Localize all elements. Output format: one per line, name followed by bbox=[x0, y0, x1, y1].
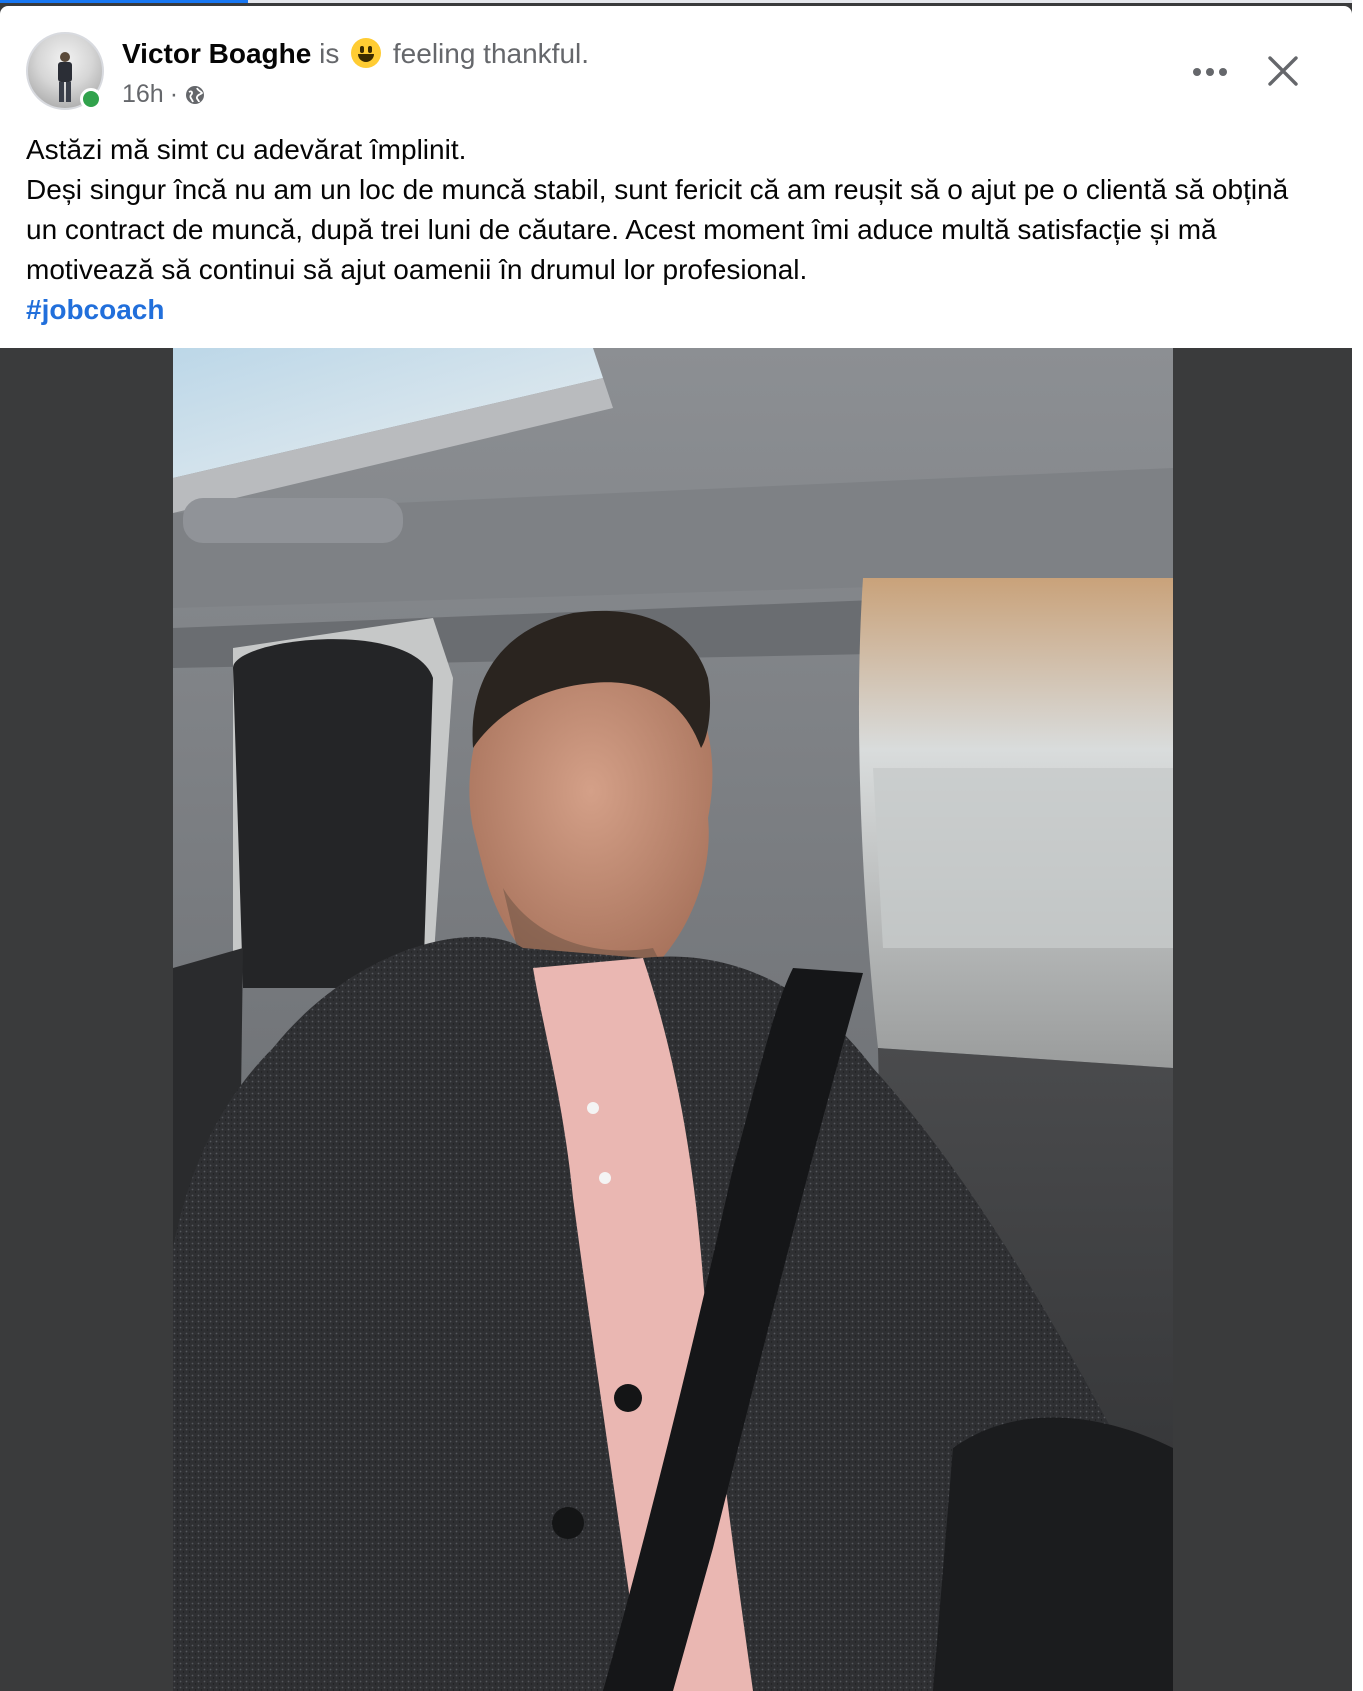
scrollbar-gutter bbox=[1352, 0, 1363, 1691]
hashtag-link[interactable]: #jobcoach bbox=[26, 294, 164, 325]
avatar-photo bbox=[58, 52, 72, 102]
loading-progress-bar bbox=[0, 0, 248, 3]
post-header: Victor Boaghe is feeling thankful. 16h · bbox=[0, 6, 1352, 116]
globe-icon[interactable] bbox=[184, 84, 206, 106]
post-dialog: Victor Boaghe is feeling thankful. 16h · bbox=[0, 6, 1352, 1691]
post-text-line-1: Astăzi mă simt cu adevărat împlinit. bbox=[26, 134, 467, 165]
close-icon bbox=[1268, 56, 1298, 86]
more-options-button[interactable] bbox=[1188, 50, 1232, 94]
meta-separator: · bbox=[169, 80, 179, 108]
author-avatar[interactable] bbox=[26, 32, 104, 110]
close-button[interactable] bbox=[1258, 46, 1308, 96]
post-body: Astăzi mă simt cu adevărat împlinit. Deș… bbox=[26, 130, 1326, 330]
post-text-line-2: Deși singur încă nu am un loc de muncă s… bbox=[26, 174, 1289, 285]
activity-prefix: is bbox=[319, 38, 340, 69]
more-options-icon bbox=[1193, 68, 1227, 76]
post-photo[interactable] bbox=[173, 348, 1173, 1691]
author-name[interactable]: Victor Boaghe bbox=[122, 38, 311, 69]
post-media[interactable] bbox=[0, 348, 1352, 1691]
post-timestamp[interactable]: 16h bbox=[122, 80, 164, 109]
author-line: Victor Boaghe is feeling thankful. bbox=[122, 38, 589, 70]
online-status-dot bbox=[80, 88, 102, 110]
post-meta: 16h · bbox=[122, 80, 206, 109]
grinning-face-emoji-icon bbox=[351, 38, 382, 68]
selfie-in-car-image bbox=[173, 348, 1173, 1691]
activity-text: feeling thankful. bbox=[392, 38, 590, 69]
